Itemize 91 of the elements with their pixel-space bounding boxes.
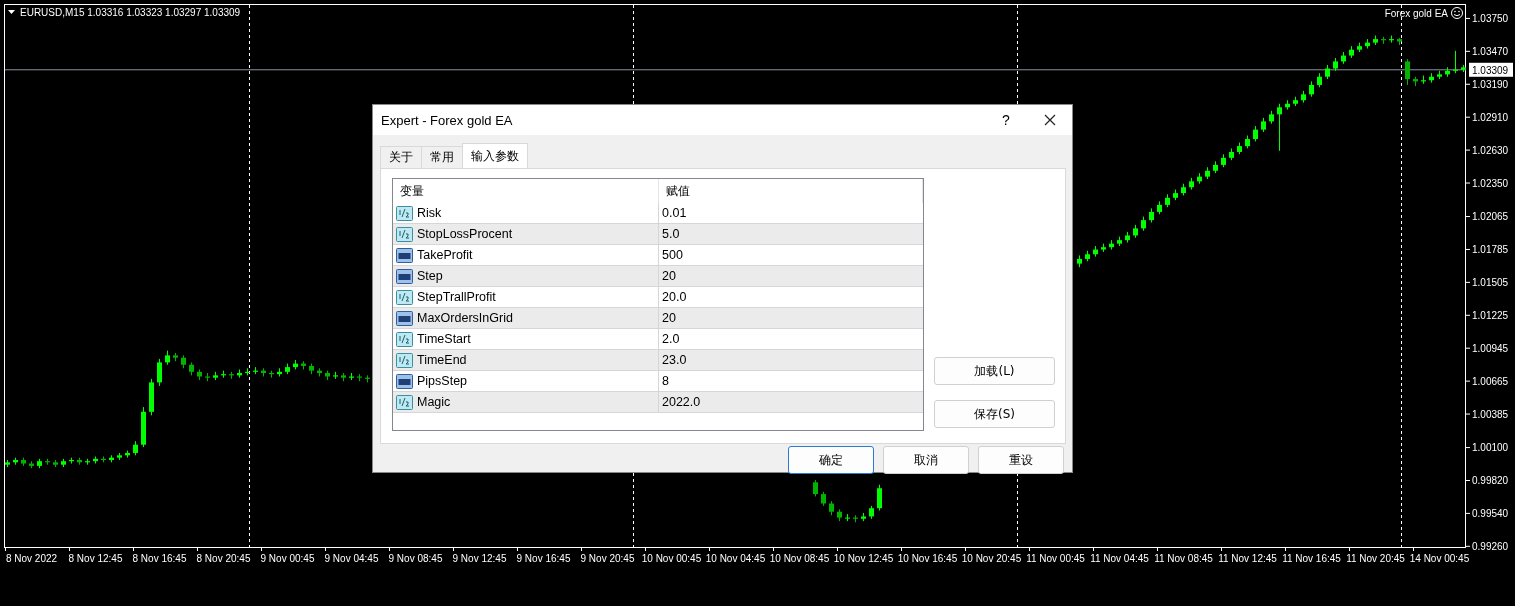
fraction-icon <box>396 352 413 368</box>
column-header[interactable]: 变量 <box>393 179 659 203</box>
time-label: 9 Nov 08:45 <box>388 553 443 564</box>
column-header[interactable]: 赋值 <box>659 179 923 203</box>
time-label: 11 Nov 16:45 <box>1282 553 1341 564</box>
parameter-value[interactable]: 500 <box>662 248 683 262</box>
help-button[interactable]: ? <box>984 105 1028 135</box>
price-label: 1.00945 <box>1472 342 1509 354</box>
parameter-name: Step <box>417 269 443 283</box>
price-label: 0.99540 <box>1472 507 1509 519</box>
parameter-value[interactable]: 20 <box>662 311 676 325</box>
ref-line-label: 1.03309 <box>1472 64 1509 76</box>
fraction-icon <box>396 289 413 305</box>
parameter-value[interactable]: 2.0 <box>662 332 680 346</box>
side-button[interactable]: 加载(L) <box>934 357 1055 385</box>
price-label: 1.02350 <box>1472 177 1509 189</box>
parameter-name: TimeEnd <box>417 353 467 367</box>
parameter-value[interactable]: 23.0 <box>662 353 687 367</box>
time-label: 11 Nov 12:45 <box>1218 553 1277 564</box>
price-label: 1.01225 <box>1472 309 1509 321</box>
price-label: 1.02065 <box>1472 211 1509 223</box>
time-label: 8 Nov 20:45 <box>196 553 251 564</box>
time-label: 10 Nov 00:45 <box>641 553 702 564</box>
time-label: 11 Nov 04:45 <box>1090 553 1149 564</box>
tab[interactable]: 输入参数 <box>462 143 528 168</box>
time-label: 10 Nov 16:45 <box>897 553 958 564</box>
time-label: 11 Nov 00:45 <box>1026 553 1085 564</box>
time-label: 14 Nov 00:45 <box>1409 553 1470 564</box>
price-label: 1.01785 <box>1472 243 1509 255</box>
time-label: 9 Nov 04:45 <box>324 553 379 564</box>
dialog-button[interactable]: 取消 <box>883 446 969 474</box>
tab[interactable]: 关于 <box>380 146 422 168</box>
time-label: 8 Nov 2022 <box>5 553 58 564</box>
parameter-value[interactable]: 8 <box>662 374 669 388</box>
time-label: 11 Nov 08:45 <box>1154 553 1213 564</box>
parameter-name: PipsStep <box>417 374 468 388</box>
parameter-value[interactable]: 5.0 <box>662 227 680 241</box>
time-label: 10 Nov 20:45 <box>961 553 1022 564</box>
parameter-name: Risk <box>417 206 442 220</box>
parameter-name: TimeStart <box>417 332 471 346</box>
close-icon <box>1044 114 1056 126</box>
dialog-button[interactable]: 确定 <box>788 446 874 474</box>
dialog-button[interactable]: 重设 <box>978 446 1064 474</box>
side-button[interactable]: 保存(S) <box>934 400 1055 428</box>
parameter-value[interactable]: 0.01 <box>662 206 687 220</box>
parameter-name: StopLossProcent <box>417 227 513 241</box>
parameter-name: TakeProfit <box>417 248 473 262</box>
candlestick <box>1405 58 1410 86</box>
number-icon <box>396 373 413 389</box>
fraction-icon <box>396 331 413 347</box>
price-label: 1.00385 <box>1472 408 1509 420</box>
dropdown-icon[interactable] <box>8 10 15 14</box>
price-label: 1.00665 <box>1472 375 1509 387</box>
fraction-icon <box>396 226 413 242</box>
price-label: 0.99260 <box>1472 540 1509 552</box>
time-label: 9 Nov 12:45 <box>452 553 507 564</box>
time-label: 10 Nov 04:45 <box>705 553 766 564</box>
time-label: 10 Nov 12:45 <box>833 553 894 564</box>
window-title: Expert - Forex gold EA <box>381 112 514 128</box>
candlestick <box>157 358 162 387</box>
time-label: 11 Nov 20:45 <box>1346 553 1405 564</box>
time-label: 9 Nov 16:45 <box>516 553 571 564</box>
number-icon <box>396 310 413 326</box>
price-label: 1.02630 <box>1472 144 1509 156</box>
smiley-icon <box>1451 7 1463 19</box>
parameter-name: MaxOrdersInGrid <box>417 311 513 325</box>
candlestick <box>877 484 882 512</box>
time-label: 8 Nov 16:45 <box>132 553 187 564</box>
price-label: 1.03190 <box>1472 78 1509 90</box>
candlestick <box>1277 103 1282 152</box>
parameter-name: StepTrallProfit <box>417 290 496 304</box>
price-label: 0.99820 <box>1472 475 1509 486</box>
expert-name: Forex gold EA <box>1384 8 1448 19</box>
time-label: 9 Nov 20:45 <box>580 553 635 564</box>
number-icon <box>396 247 413 263</box>
parameter-value[interactable]: 2022.0 <box>662 395 701 409</box>
time-label: 8 Nov 12:45 <box>68 553 123 564</box>
parameter-value[interactable]: 20 <box>662 269 676 283</box>
fraction-icon <box>396 394 413 410</box>
time-label: 9 Nov 00:45 <box>260 553 315 564</box>
price-label: 1.00100 <box>1472 442 1509 454</box>
price-label: 1.03470 <box>1472 45 1509 57</box>
price-label: 1.01505 <box>1472 276 1509 288</box>
fraction-icon <box>396 205 413 221</box>
number-icon <box>396 268 413 284</box>
parameter-value[interactable]: 20.0 <box>662 290 687 304</box>
price-label: 1.02910 <box>1472 111 1509 123</box>
parameter-name: Magic <box>417 395 451 409</box>
time-label: 10 Nov 08:45 <box>769 553 830 564</box>
symbol-quote: EURUSD,M15 1.03316 1.03323 1.03297 1.03309 <box>20 7 241 18</box>
price-label: 1.03750 <box>1472 12 1509 24</box>
